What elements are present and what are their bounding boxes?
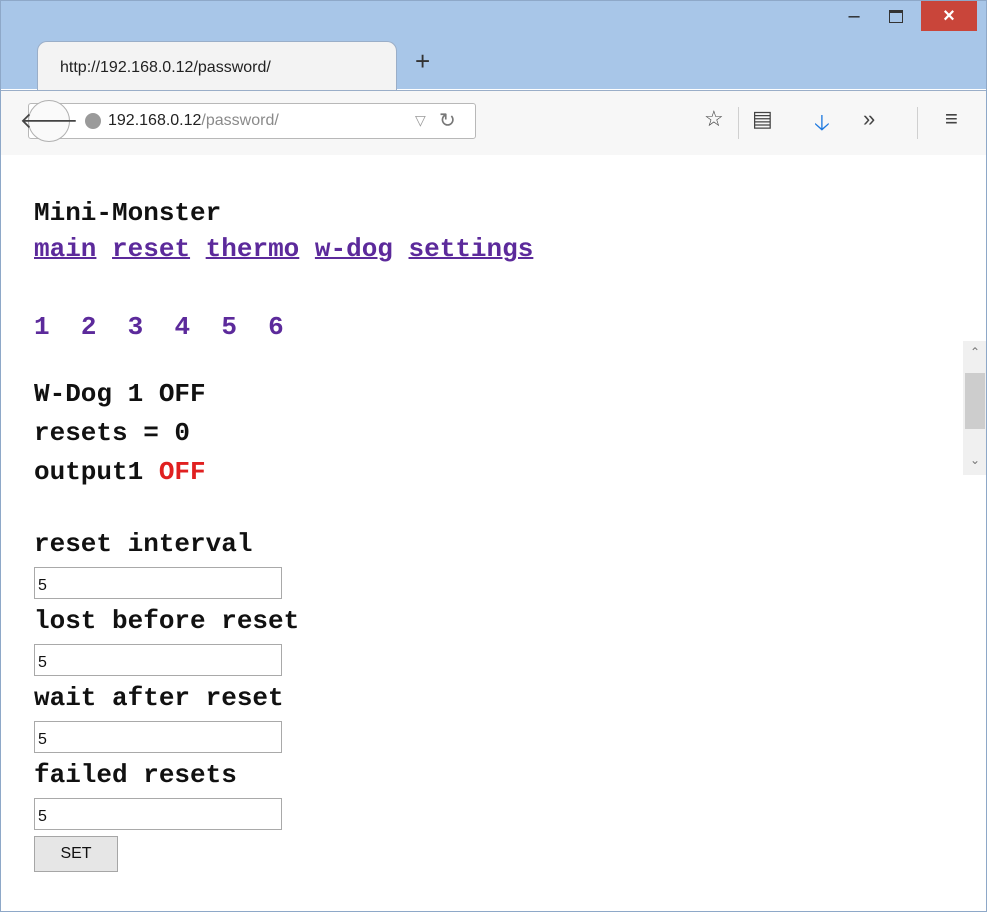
output-status: output1 OFF bbox=[34, 456, 206, 488]
nav-link-reset[interactable]: reset bbox=[112, 234, 190, 264]
site-info-icon[interactable] bbox=[85, 113, 101, 129]
url-path: /password/ bbox=[201, 112, 279, 129]
nav-toolbar: 🡐 192.168.0.12/password/ ▽ ↻ ☆ ▤ 🡣 » ≡ bbox=[1, 90, 986, 156]
tab-title: http://192.168.0.12/password/ bbox=[60, 59, 271, 76]
reload-icon[interactable]: ↻ bbox=[439, 108, 456, 133]
scroll-down-icon[interactable]: ⌄ bbox=[963, 453, 986, 471]
url-text: 192.168.0.12/password/ bbox=[108, 112, 279, 130]
channel-link-6[interactable]: 6 bbox=[268, 312, 284, 342]
page-content: Mini-Monster main reset thermo w-dog set… bbox=[1, 155, 986, 911]
field-label-wait-after-reset: wait after reset bbox=[34, 683, 284, 713]
url-dropdown-icon[interactable]: ▽ bbox=[415, 112, 426, 129]
toolbar-separator bbox=[917, 107, 918, 139]
scrollbar-thumb[interactable] bbox=[965, 373, 985, 429]
nav-link-settings[interactable]: settings bbox=[409, 234, 534, 264]
nav-link-w-dog[interactable]: w-dog bbox=[315, 234, 393, 264]
wdog-status: W-Dog 1 OFF bbox=[34, 379, 206, 409]
channel-link-1[interactable]: 1 bbox=[34, 312, 50, 342]
minimize-button[interactable]: – bbox=[835, 1, 873, 31]
browser-window: http://192.168.0.12/password/ + – × 🡐 19… bbox=[0, 0, 987, 912]
menu-icon[interactable]: ≡ bbox=[945, 106, 958, 132]
new-tab-button[interactable]: + bbox=[415, 48, 430, 74]
reset-interval-input[interactable] bbox=[34, 567, 282, 599]
close-button[interactable]: × bbox=[921, 1, 977, 31]
set-button[interactable]: SET bbox=[34, 836, 118, 872]
nav-link-main[interactable]: main bbox=[34, 234, 96, 264]
maximize-button[interactable] bbox=[877, 1, 915, 31]
bookmark-star-icon[interactable]: ☆ bbox=[704, 106, 724, 132]
back-button[interactable]: 🡐 bbox=[20, 100, 79, 142]
download-icon[interactable]: 🡣 bbox=[814, 106, 830, 144]
url-bar[interactable]: 🡐 192.168.0.12/password/ ▽ ↻ bbox=[20, 100, 476, 142]
browser-tab[interactable]: http://192.168.0.12/password/ bbox=[37, 41, 397, 91]
field-label-failed-resets: failed resets bbox=[34, 760, 237, 790]
field-label-lost-before-reset: lost before reset bbox=[34, 606, 300, 636]
field-label-reset-interval: reset interval bbox=[34, 529, 253, 559]
channel-links: 1 2 3 4 5 6 bbox=[34, 311, 284, 343]
nav-link-thermo[interactable]: thermo bbox=[206, 234, 300, 264]
reading-list-icon[interactable]: ▤ bbox=[752, 106, 773, 132]
overflow-icon[interactable]: » bbox=[863, 106, 875, 132]
failed-resets-input[interactable] bbox=[34, 798, 282, 830]
toolbar-separator bbox=[738, 107, 739, 139]
maximize-icon bbox=[889, 9, 903, 23]
scroll-up-icon[interactable]: ⌃ bbox=[963, 345, 986, 363]
scrollbar[interactable]: ⌃ ⌄ bbox=[963, 341, 986, 475]
channel-link-5[interactable]: 5 bbox=[221, 312, 237, 342]
output-label: output1 bbox=[34, 457, 144, 487]
channel-link-4[interactable]: 4 bbox=[174, 312, 190, 342]
output-state: OFF bbox=[158, 457, 206, 487]
url-host: 192.168.0.12 bbox=[108, 112, 202, 129]
wait-after-reset-input[interactable] bbox=[34, 721, 282, 753]
channel-link-3[interactable]: 3 bbox=[128, 312, 144, 342]
title-bar: http://192.168.0.12/password/ + – × bbox=[1, 1, 986, 91]
back-arrow-icon: 🡐 bbox=[19, 108, 79, 133]
nav-links: main reset thermo w-dog settings bbox=[34, 233, 533, 265]
lost-before-reset-input[interactable] bbox=[34, 644, 282, 676]
channel-link-2[interactable]: 2 bbox=[81, 312, 97, 342]
resets-count: resets = 0 bbox=[34, 418, 191, 448]
page-title: Mini-Monster bbox=[34, 198, 222, 228]
